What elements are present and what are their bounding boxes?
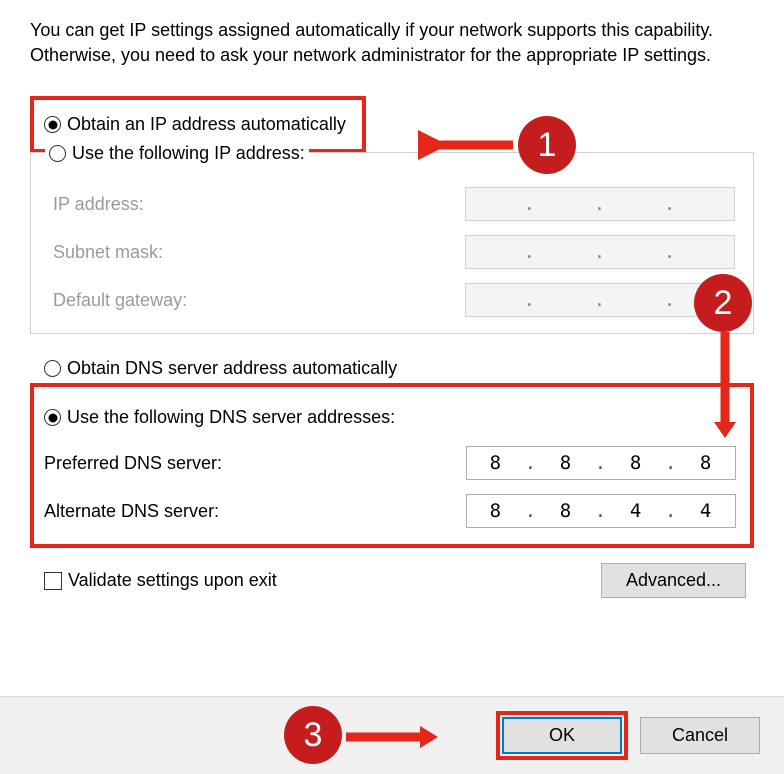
alternate-dns-label: Alternate DNS server: <box>44 501 466 522</box>
ip-address-label: IP address: <box>53 194 465 215</box>
obtain-ip-auto-label: Obtain an IP address automatically <box>67 114 346 135</box>
validate-label: Validate settings upon exit <box>68 570 277 591</box>
use-following-ip-radio[interactable]: Use the following IP address: <box>49 143 305 164</box>
preferred-dns-input[interactable]: 8. 8. 8. 8 <box>466 446 736 480</box>
intro-text: You can get IP settings assigned automat… <box>30 18 754 68</box>
alternate-dns-input[interactable]: 8. 8. 4. 4 <box>466 494 736 528</box>
use-following-dns-radio[interactable]: Use the following DNS server addresses: <box>44 407 395 428</box>
use-following-ip-label: Use the following IP address: <box>72 143 305 164</box>
radio-icon <box>44 409 61 426</box>
annotation-badge-3: 3 <box>284 706 342 764</box>
obtain-dns-auto-radio[interactable]: Obtain DNS server address automatically <box>44 358 754 379</box>
annotation-box-3: OK <box>496 711 628 760</box>
use-following-dns-label: Use the following DNS server addresses: <box>67 407 395 428</box>
ip-address-input: ... <box>465 187 735 221</box>
arrow-icon <box>418 128 516 162</box>
subnet-mask-input: ... <box>465 235 735 269</box>
preferred-dns-label: Preferred DNS server: <box>44 453 466 474</box>
annotation-box-2: Use the following DNS server addresses: … <box>30 383 754 548</box>
cancel-button[interactable]: Cancel <box>640 717 760 754</box>
annotation-badge-1: 1 <box>518 116 576 174</box>
arrow-icon <box>344 720 440 754</box>
radio-icon <box>49 145 66 162</box>
subnet-mask-label: Subnet mask: <box>53 242 465 263</box>
annotation-badge-2: 2 <box>694 274 752 332</box>
advanced-button[interactable]: Advanced... <box>601 563 746 598</box>
arrow-icon <box>708 330 742 440</box>
ok-button[interactable]: OK <box>502 717 622 754</box>
checkbox-icon <box>44 572 62 590</box>
radio-icon <box>44 360 61 377</box>
obtain-ip-auto-radio[interactable]: Obtain an IP address automatically <box>44 114 346 135</box>
obtain-dns-auto-label: Obtain DNS server address automatically <box>67 358 397 379</box>
radio-icon <box>44 116 61 133</box>
ip-manual-group: Use the following IP address: IP address… <box>30 152 754 334</box>
default-gateway-label: Default gateway: <box>53 290 465 311</box>
